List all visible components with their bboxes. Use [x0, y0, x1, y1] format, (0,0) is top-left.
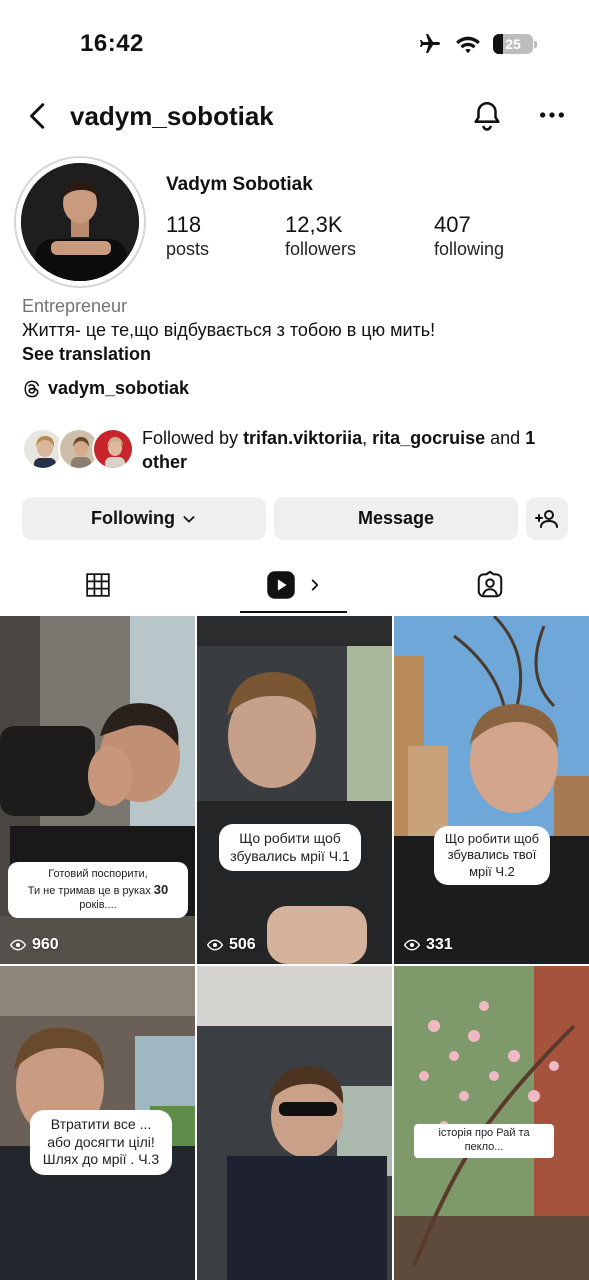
followed-by-prefix: Followed by	[142, 428, 244, 448]
following-button[interactable]: Following	[22, 497, 266, 540]
reel-tile[interactable]: історія про Рай та пекло...	[394, 966, 589, 1280]
followers-count: 12,3K	[285, 212, 343, 237]
following-count: 407	[434, 212, 471, 237]
following-button-label: Following	[91, 508, 175, 528]
more-options-icon[interactable]	[536, 99, 568, 131]
followed-by-and: and	[485, 428, 526, 448]
notification-bell-icon[interactable]	[470, 99, 504, 133]
reel-caption-part: років....	[79, 898, 117, 911]
see-translation-link[interactable]: See translation	[22, 344, 151, 365]
reel-caption-line: Ти не тримав це в руках 30 років....	[14, 882, 182, 913]
suggest-user-button[interactable]	[526, 497, 568, 540]
tab-reels[interactable]	[240, 556, 347, 614]
display-name: Vadym Sobotiak	[166, 174, 313, 195]
profile-category: Entrepreneur	[22, 296, 128, 316]
reel-caption: Втратити все ... або досягти цілі! Шлях …	[30, 1110, 172, 1175]
back-arrow-icon[interactable]	[24, 101, 54, 131]
reel-caption-bold: 30	[153, 881, 169, 897]
status-bar: 16:42 25	[0, 0, 589, 90]
followers-label: followers	[285, 239, 357, 259]
profile-header: vadym_sobotiak	[0, 95, 589, 139]
follower-avatar	[92, 428, 134, 470]
reel-views: 960	[32, 936, 59, 953]
message-button[interactable]: Message	[274, 497, 518, 540]
reel-caption-part: Ти не тримав це в руках	[27, 884, 154, 897]
reel-caption: Що робити щоб збувались мрії Ч.1	[219, 824, 361, 871]
reel-caption-line: Готовий поспорити,	[48, 868, 148, 880]
avatar[interactable]	[21, 163, 139, 281]
followers-stat[interactable]: 12,3K followers	[285, 212, 356, 260]
reel-view-count: 506	[207, 936, 256, 954]
followed-by-section[interactable]: Followed by trifan.viktoriia, rita_gocru…	[22, 426, 572, 476]
reel-tile[interactable]: Що робити щоб збувались твої мрії Ч.2 33…	[394, 616, 589, 964]
grid-icon	[86, 573, 110, 597]
eye-icon	[10, 939, 26, 951]
tagged-icon	[477, 570, 503, 598]
posts-label: posts	[166, 239, 210, 259]
reel-caption: історія про Рай та пекло...	[414, 1124, 554, 1158]
airplane-icon	[420, 34, 440, 53]
add-user-icon	[535, 509, 558, 528]
message-button-label: Message	[357, 508, 435, 528]
reels-icon	[266, 571, 295, 599]
status-time: 16:42	[80, 30, 144, 57]
threads-icon	[24, 380, 40, 397]
reel-views: 506	[229, 936, 256, 953]
reel-caption: Що робити щоб збувались твої мрії Ч.2	[434, 826, 550, 885]
following-stat[interactable]: 407 following	[434, 212, 504, 260]
threads-handle: vadym_sobotiak	[48, 378, 190, 398]
reel-view-count: 331	[404, 936, 453, 954]
reel-view-count: 960	[10, 936, 59, 954]
reel-tile[interactable]	[197, 966, 392, 1280]
reels-grid: Готовий поспорити, Ти не тримав це в рук…	[0, 616, 589, 1280]
posts-stat[interactable]: 118 posts	[166, 212, 209, 260]
reel-views: 331	[426, 936, 453, 953]
following-label: following	[434, 239, 505, 259]
profile-bio: Життя- це те,що відбувається з тобою в ц…	[22, 320, 436, 340]
chevron-right-icon	[311, 579, 318, 591]
battery-indicator: 25	[493, 34, 537, 54]
battery-level: 25	[505, 36, 521, 52]
eye-icon	[404, 939, 420, 951]
wifi-icon	[456, 36, 480, 54]
reel-tile[interactable]: Готовий поспорити, Ти не тримав це в рук…	[0, 616, 195, 964]
followed-by-user2[interactable]: rita_gocruise	[372, 428, 485, 448]
reel-caption: Готовий поспорити, Ти не тримав це в рук…	[8, 862, 188, 919]
followed-by-user1[interactable]: trifan.viktoriia	[243, 428, 362, 448]
reel-tile[interactable]: Що робити щоб збувались мрії Ч.1 506	[197, 616, 392, 964]
profile-tabs	[0, 556, 589, 614]
reel-tile[interactable]: Втратити все ... або досягти цілі! Шлях …	[0, 966, 195, 1280]
eye-icon	[207, 939, 223, 951]
chevron-down-icon	[183, 515, 195, 523]
profile-avatar-ring[interactable]	[14, 156, 146, 288]
header-username: vadym_sobotiak	[70, 101, 274, 131]
active-tab-indicator	[240, 611, 347, 613]
tab-grid[interactable]	[50, 556, 146, 614]
status-icons: 25	[417, 32, 537, 56]
threads-link[interactable]: vadym_sobotiak	[22, 378, 189, 399]
tab-tagged[interactable]	[442, 556, 538, 614]
followed-by-separator: ,	[362, 428, 373, 448]
followed-by-text: Followed by trifan.viktoriia, rita_gocru…	[142, 426, 572, 474]
posts-count: 118	[166, 212, 202, 237]
